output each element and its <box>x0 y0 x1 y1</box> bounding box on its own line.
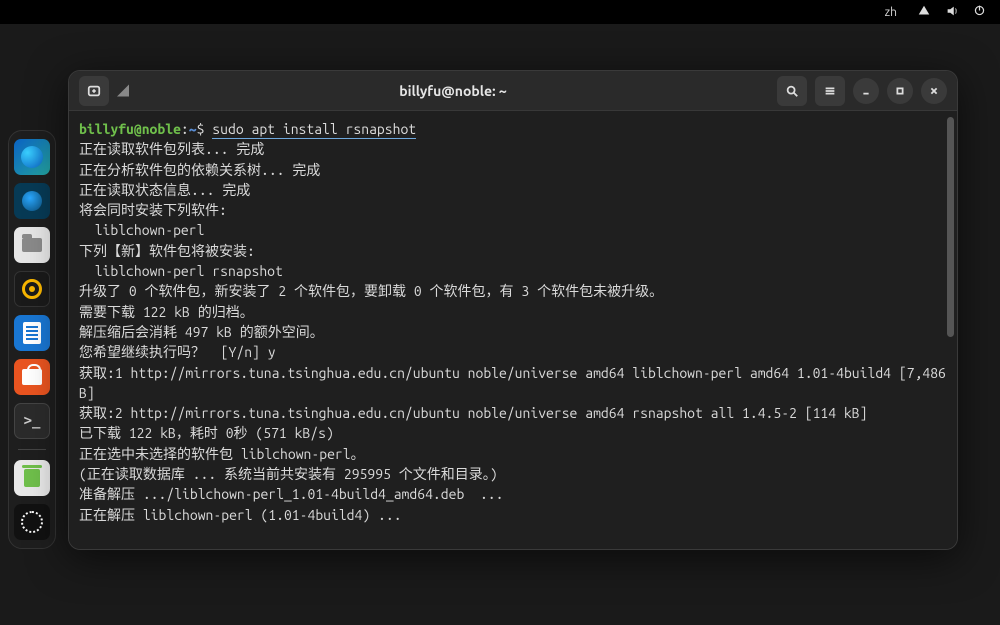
dock-app-rhythmbox[interactable] <box>14 271 50 307</box>
output-line: 已下载 122 kB，耗时 0秒 (571 kB/s) <box>79 423 947 443</box>
output-line: 正在读取状态信息... 完成 <box>79 180 947 200</box>
output-line: 解压缩后会消耗 497 kB 的额外空间。 <box>79 322 947 342</box>
output-line: 将会同时安装下列软件: <box>79 200 947 220</box>
ime-indicator[interactable]: zh <box>885 6 897 19</box>
output-line: 准备解压 .../liblchown-perl_1.01-4build4_amd… <box>79 484 947 504</box>
new-tab-button[interactable] <box>79 76 109 106</box>
volume-icon[interactable] <box>945 4 959 21</box>
output-line: 正在选中未选择的软件包 liblchown-perl。 <box>79 444 947 464</box>
prompt-user: billyfu@noble <box>79 121 181 137</box>
dock-app-office[interactable] <box>14 315 50 351</box>
terminal-window: ◢ billyfu@noble: ~ billyfu@noble:~$ sudo… <box>68 70 958 550</box>
close-button[interactable] <box>921 78 947 104</box>
output-line: 获取:1 http://mirrors.tuna.tsinghua.edu.cn… <box>79 363 947 404</box>
output-line: liblchown-perl <box>79 220 947 240</box>
minimize-button[interactable] <box>853 78 879 104</box>
output-line: 下列【新】软件包将被安装: <box>79 241 947 261</box>
dock-app-store[interactable] <box>14 359 50 395</box>
search-button[interactable] <box>777 76 807 106</box>
menu-button[interactable] <box>815 76 845 106</box>
prompt-path: ~ <box>189 121 197 137</box>
window-title: billyfu@noble: ~ <box>137 83 769 99</box>
output-line: 正在解压 liblchown-perl (1.01-4build4) ... <box>79 505 947 525</box>
terminal-output: 正在读取软件包列表... 完成正在分析软件包的依赖关系树... 完成正在读取状态… <box>79 139 947 525</box>
dock: >_ <box>8 130 56 549</box>
output-line: 您希望继续执行吗？ [Y/n] y <box>79 342 947 362</box>
output-line: 升级了 0 个软件包，新安装了 2 个软件包，要卸载 0 个软件包，有 3 个软… <box>79 281 947 301</box>
dock-app-terminal[interactable]: >_ <box>14 403 50 439</box>
titlebar[interactable]: ◢ billyfu@noble: ~ <box>69 71 957 111</box>
dock-app-trash[interactable] <box>14 460 50 496</box>
command-text: sudo apt install rsnapshot <box>212 121 416 139</box>
dock-app-thunderbird[interactable] <box>14 183 50 219</box>
output-line: liblchown-perl rsnapshot <box>79 261 947 281</box>
output-line: (正在读取数据库 ... 系统当前共安装有 295995 个文件和目录。) <box>79 464 947 484</box>
network-icon[interactable] <box>917 4 931 21</box>
prompt-line: billyfu@noble:~$ sudo apt install rsnaps… <box>79 119 947 139</box>
scrollbar[interactable] <box>947 117 954 337</box>
power-icon[interactable] <box>973 4 986 20</box>
maximize-button[interactable] <box>887 78 913 104</box>
top-bar: zh <box>0 0 1000 24</box>
dock-separator <box>18 449 46 450</box>
output-line: 正在读取软件包列表... 完成 <box>79 139 947 159</box>
dock-app-files[interactable] <box>14 227 50 263</box>
dock-app-show-apps[interactable] <box>14 504 50 540</box>
titlebar-spacer-icon: ◢ <box>117 82 129 99</box>
output-line: 需要下载 122 kB 的归档。 <box>79 302 947 322</box>
terminal-content[interactable]: billyfu@noble:~$ sudo apt install rsnaps… <box>69 111 957 549</box>
dock-app-edge[interactable] <box>14 139 50 175</box>
output-line: 获取:2 http://mirrors.tuna.tsinghua.edu.cn… <box>79 403 947 423</box>
output-line: 正在分析软件包的依赖关系树... 完成 <box>79 160 947 180</box>
